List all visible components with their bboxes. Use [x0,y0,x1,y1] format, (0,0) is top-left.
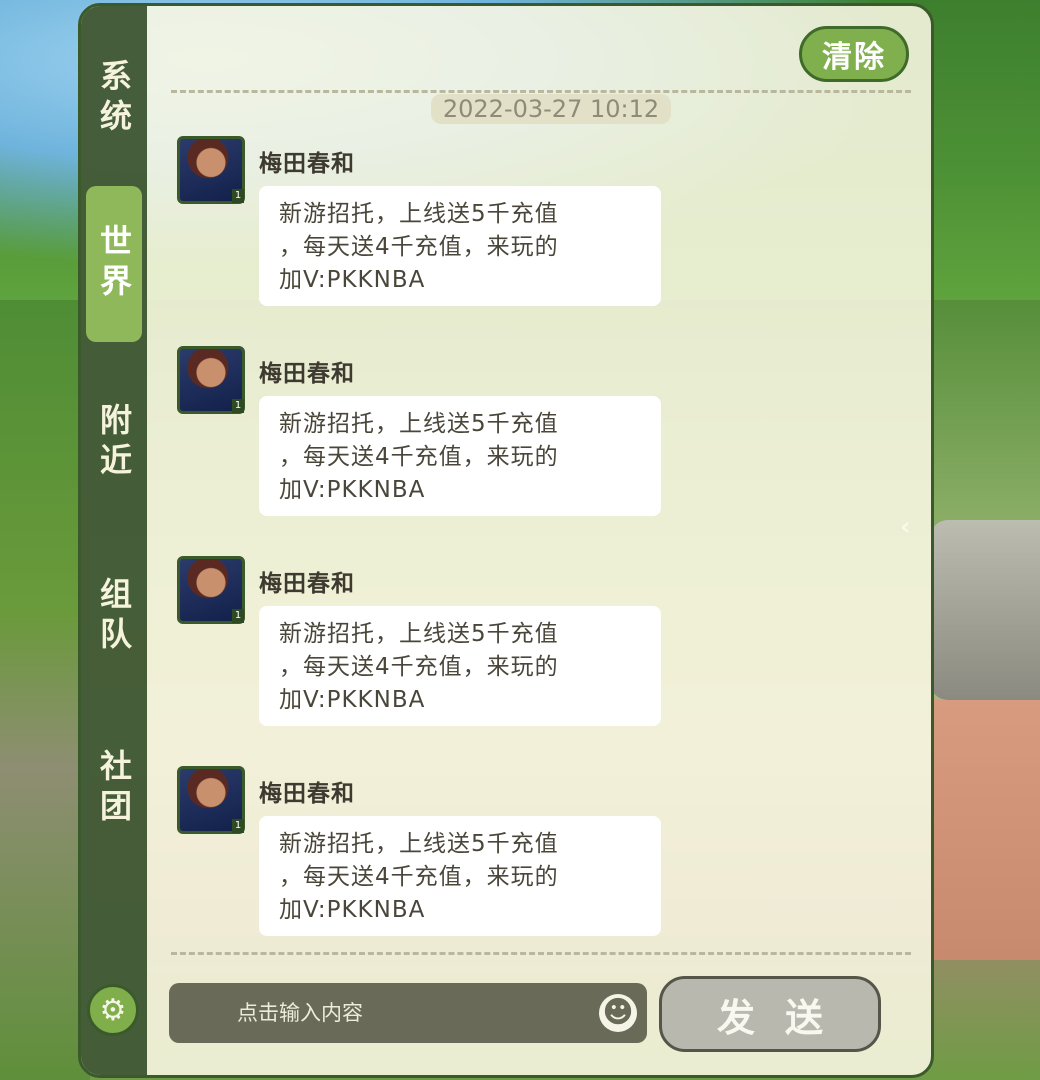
tab-club[interactable]: 社团 [86,734,142,844]
message-bubble: 新游招托，上线送5千充值 ，每天送4千充值，来玩的 加V:PKKNBA [259,606,661,726]
chat-message: 1 梅田春和 新游招托，上线送5千充值 ，每天送4千充值，来玩的 加V:PKKN… [177,136,677,326]
message-bubble: 新游招托，上线送5千充值 ，每天送4千充值，来玩的 加V:PKKNBA [259,186,661,306]
gear-icon: ⚙ [99,992,127,1028]
chat-input[interactable] [169,983,589,1043]
message-text-line: 加V:PKKNBA [279,687,426,713]
settings-button[interactable]: ⚙ [87,984,139,1036]
tab-system-label: 系统 [95,59,133,139]
chat-message: 1 梅田春和 新游招托，上线送5千充值 ，每天送4千充值，来玩的 加V:PKKN… [177,556,677,746]
message-bubble: 新游招托，上线送5千充值 ，每天送4千充值，来玩的 加V:PKKNBA [259,396,661,516]
avatar[interactable]: 1 [177,766,245,834]
divider-top [171,90,911,93]
message-bubble: 新游招托，上线送5千充值 ，每天送4千充值，来玩的 加V:PKKNBA [259,816,661,936]
divider-bottom [171,952,911,955]
chat-input-box: ☻ [169,983,647,1043]
clear-button[interactable]: 清除 [799,26,909,82]
username[interactable]: 梅田春和 [259,774,355,808]
tab-team[interactable]: 组队 [86,562,142,672]
message-timestamp: 2022-03-27 10:12 [431,94,671,124]
message-text-line: 加V:PKKNBA [279,477,426,503]
tab-nearby[interactable]: 附近 [86,388,142,498]
message-text-line: 加V:PKKNBA [279,267,426,293]
background-scene-rocks [930,520,1040,700]
tab-club-label: 社团 [95,749,133,829]
message-text-line: 新游招托，上线送5千充值 [279,201,559,227]
message-text-line: 加V:PKKNBA [279,897,426,923]
username[interactable]: 梅田春和 [259,144,355,178]
message-text-line: ，每天送4千充值，来玩的 [279,654,559,680]
avatar[interactable]: 1 [177,136,245,204]
tab-system[interactable]: 系统 [86,44,142,154]
message-text-line: ，每天送4千充值，来玩的 [279,444,559,470]
channel-tab-bar: 系统 世界 附近 组队 社团 ⚙ [81,6,147,1075]
level-badge: 1 [232,189,244,203]
message-text-line: 新游招托，上线送5千充值 [279,411,559,437]
username[interactable]: 梅田春和 [259,564,355,598]
background-scene-grass [0,300,90,1080]
background-scene-path [930,700,1040,960]
smiley-icon[interactable]: ☻ [599,994,637,1032]
tab-nearby-label: 附近 [95,403,133,483]
tab-world[interactable]: 世界 [86,186,142,342]
message-text-line: 新游招托，上线送5千充值 [279,831,559,857]
message-text-line: ，每天送4千充值，来玩的 [279,234,559,260]
avatar[interactable]: 1 [177,346,245,414]
level-badge: 1 [232,819,244,833]
send-button[interactable]: 发送 [659,976,881,1052]
username[interactable]: 梅田春和 [259,354,355,388]
chat-message: 1 梅田春和 新游招托，上线送5千充值 ，每天送4千充值，来玩的 加V:PKKN… [177,346,677,536]
chat-message: 1 梅田春和 新游招托，上线送5千充值 ，每天送4千充值，来玩的 加V:PKKN… [177,766,677,956]
avatar[interactable]: 1 [177,556,245,624]
tab-team-label: 组队 [95,577,133,657]
chat-panel: 系统 世界 附近 组队 社团 ⚙ 清除 2022-03-27 10:12 1 梅… [78,3,934,1078]
message-text-line: 新游招托，上线送5千充值 [279,621,559,647]
tab-world-label: 世界 [95,224,133,304]
level-badge: 1 [232,399,244,413]
level-badge: 1 [232,609,244,623]
message-text-line: ，每天送4千充值，来玩的 [279,864,559,890]
